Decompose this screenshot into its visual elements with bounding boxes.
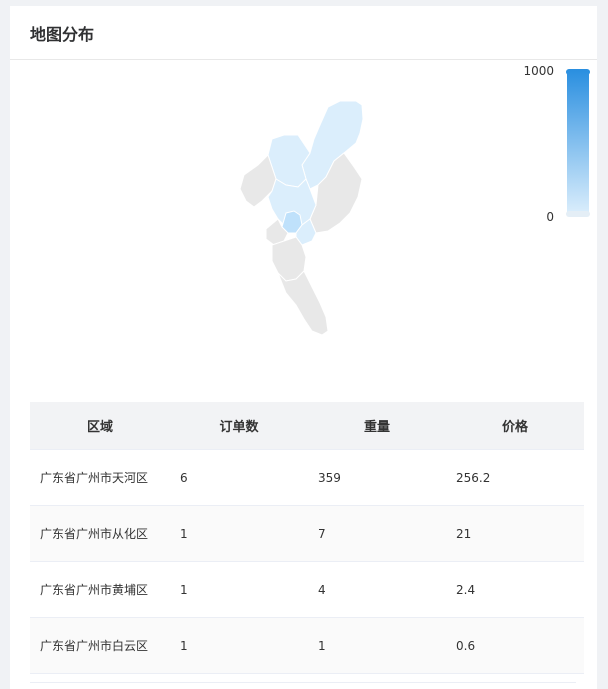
cell-price: 0.6: [446, 617, 584, 674]
cell-price: 2.4: [446, 561, 584, 618]
region-table: 区域 订单数 重量 价格 广东省广州市天河区 6 359 256.2 广东省广州…: [30, 402, 584, 674]
map-distribution-card: 地图分布 1000 0 区域 订单数 重量 价格 广东省广州市天河区 6 359…: [10, 6, 597, 689]
table-row: 广东省广州市天河区 6 359 256.2: [30, 449, 584, 506]
cell-orders: 1: [170, 617, 308, 674]
cell-orders: 1: [170, 505, 308, 562]
cell-price: 256.2: [446, 449, 584, 506]
visual-map-max-label: 1000: [523, 64, 554, 78]
cell-weight: 1: [308, 617, 446, 674]
cell-region: 广东省广州市黄埔区: [30, 561, 170, 618]
cell-region: 广东省广州市白云区: [30, 617, 170, 674]
column-header-price: 价格: [446, 402, 584, 450]
cell-weight: 359: [308, 449, 446, 506]
data-table: 区域 订单数 重量 价格 广东省广州市天河区 6 359 256.2 广东省广州…: [30, 402, 584, 674]
cell-region: 广东省广州市从化区: [30, 505, 170, 562]
cell-orders: 6: [170, 449, 308, 506]
cell-weight: 4: [308, 561, 446, 618]
column-header-weight: 重量: [308, 402, 446, 450]
cell-region: 广东省广州市天河区: [30, 449, 170, 506]
table-header-row: 区域 订单数 重量 价格: [30, 402, 584, 450]
card-title: 地图分布: [30, 24, 95, 44]
column-header-region: 区域: [30, 402, 170, 450]
map-area: 1000 0: [10, 61, 597, 391]
visual-map-bottom-handle[interactable]: [566, 211, 590, 217]
cell-weight: 7: [308, 505, 446, 562]
table-bottom-divider: [30, 682, 576, 683]
table-row: 广东省广州市从化区 1 7 21: [30, 505, 584, 562]
cell-price: 21: [446, 505, 584, 562]
column-header-orders: 订单数: [170, 402, 308, 450]
table-row: 广东省广州市黄埔区 1 4 2.4: [30, 561, 584, 618]
cell-orders: 1: [170, 561, 308, 618]
table-row: 广东省广州市白云区 1 1 0.6: [30, 617, 584, 674]
visual-map-legend: 1000 0: [10, 61, 597, 391]
visual-map-gradient-bar[interactable]: [567, 70, 589, 214]
visual-map-min-label: 0: [546, 210, 554, 224]
card-header: 地图分布: [10, 6, 597, 60]
